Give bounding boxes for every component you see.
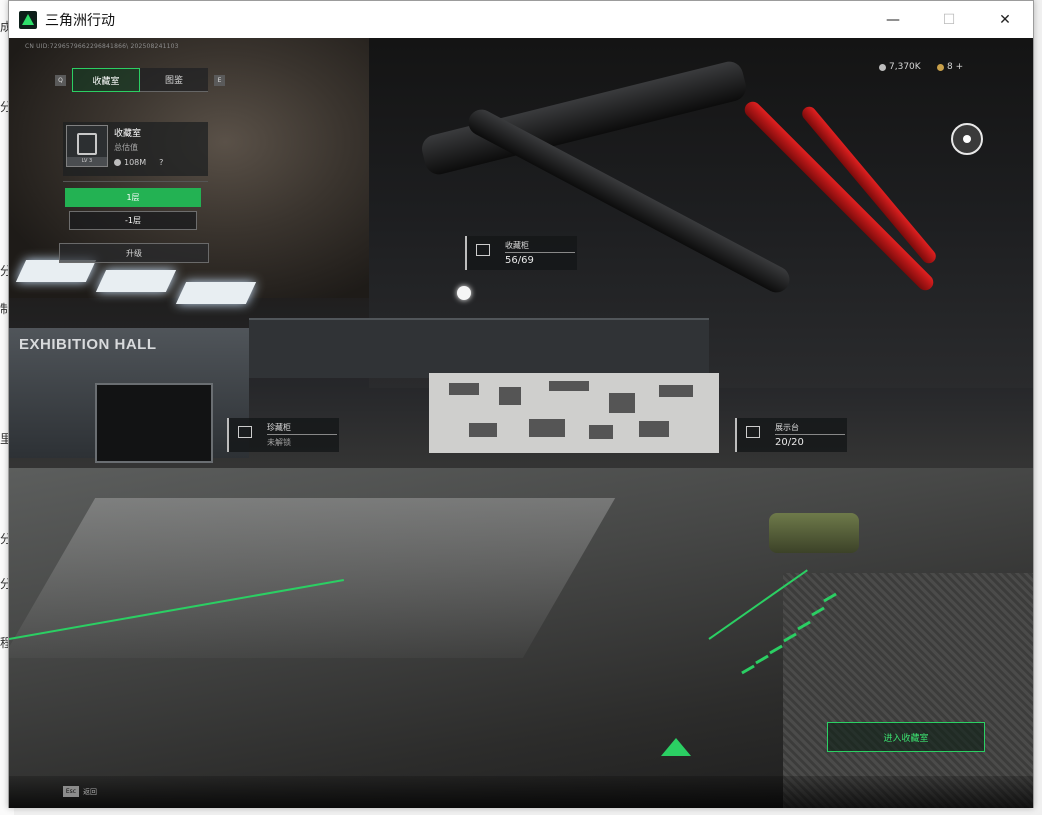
cabinet-count: 56/69 [505,255,534,266]
help-icon[interactable]: ? [159,158,163,167]
upgrade-button[interactable]: 升级 [59,243,209,263]
close-button[interactable]: ✕ [977,1,1033,38]
ceiling-light [175,282,257,304]
vault-title: 收藏室 [114,129,142,139]
tab-bar: Q 收藏室 图鉴 E [55,68,225,92]
key-hint-left: Q [55,74,66,86]
move-forward-arrow-icon[interactable] [661,738,691,756]
collectible-item [469,423,497,437]
bottom-hint-bar [9,776,1033,808]
collectible-item [499,387,521,405]
silver-currency: 7,370K [879,62,921,72]
label-divider [775,434,845,435]
vault-value-row: 108M ? [114,158,163,167]
collectible-item [549,381,589,391]
collectible-item [659,385,693,397]
collectible-item [609,393,635,413]
minimize-button[interactable]: — [865,1,921,38]
treasure-title: 珍藏柜 [267,423,291,432]
title-bar[interactable]: 三角洲行动 — ☐ ✕ [9,1,1033,38]
display-title: 展示台 [775,423,799,432]
cabinet-title: 收藏柜 [505,241,529,250]
hanging-lamp [457,286,471,300]
compass-center [963,135,971,143]
tab-collection-room[interactable]: 收藏室 [72,68,140,92]
collectible-item [639,421,669,437]
gold-currency[interactable]: 8 + [937,62,963,72]
app-logo-icon [19,10,37,29]
display-stand-label[interactable]: 展示台 20/20 [735,418,847,452]
collection-cabinet-label[interactable]: 收藏柜 56/69 [465,236,577,270]
cabinet-icon [476,244,490,256]
equipment-case [769,513,859,553]
silver-coin-icon [114,159,121,166]
key-hint-right: E [214,74,225,86]
enter-collection-room-button[interactable]: 进入收藏室 [827,722,985,752]
silver-coin-icon [879,63,886,71]
game-viewport[interactable]: EXHIBITION HALL CN UID:72965796622968418… [9,38,1033,808]
vault-level: LV 3 [67,157,107,166]
floor-1-button[interactable]: 1层 [65,188,201,207]
ceiling-light [95,270,177,292]
vault-icon: LV 3 [66,125,108,167]
vault-door-icon [77,133,97,155]
mezzanine-walkway [249,318,709,378]
collectible-item [449,383,479,395]
collectible-item [529,419,565,437]
display-count: 20/20 [775,437,804,448]
gold-coin-icon [937,63,944,71]
window-title: 三角洲行动 [45,12,115,29]
gold-currency-value: 8 + [947,62,964,72]
tab-codex[interactable]: 图鉴 [140,68,208,92]
maximize-button[interactable]: ☐ [921,1,977,38]
camera-rotate-icon[interactable] [951,123,983,155]
silver-currency-value: 7,370K [889,62,921,72]
label-divider [505,252,575,253]
panel-divider [63,181,208,182]
floor-reflection [9,498,616,658]
vault-subtitle: 总估值 [114,143,138,152]
vault-info-panel: LV 3 收藏室 总估值 108M ? [63,122,208,176]
player-uid: CN UID:7296579662296841866\ 202508241103 [25,43,179,50]
lock-icon [238,426,252,438]
game-window: 三角洲行动 — ☐ ✕ EXHIBITION HALL CN UID:72965… [8,0,1034,808]
treasure-status: 未解锁 [267,438,291,447]
vault-total-value: 108M [124,158,147,167]
window-controls: — ☐ ✕ [865,1,1033,38]
ceiling-light [15,260,97,282]
floor-minus1-button[interactable]: -1层 [69,211,197,230]
label-divider [267,434,337,435]
collection-display-wall [429,373,719,453]
display-screen [95,383,213,463]
esc-label: 返回 [83,788,97,796]
exhibition-hall-sign: EXHIBITION HALL [19,336,157,353]
esc-key-hint[interactable]: Esc [63,786,79,797]
treasure-cabinet-label[interactable]: 珍藏柜 未解锁 [227,418,339,452]
display-stand-icon [746,426,760,438]
collectible-item [589,425,613,439]
